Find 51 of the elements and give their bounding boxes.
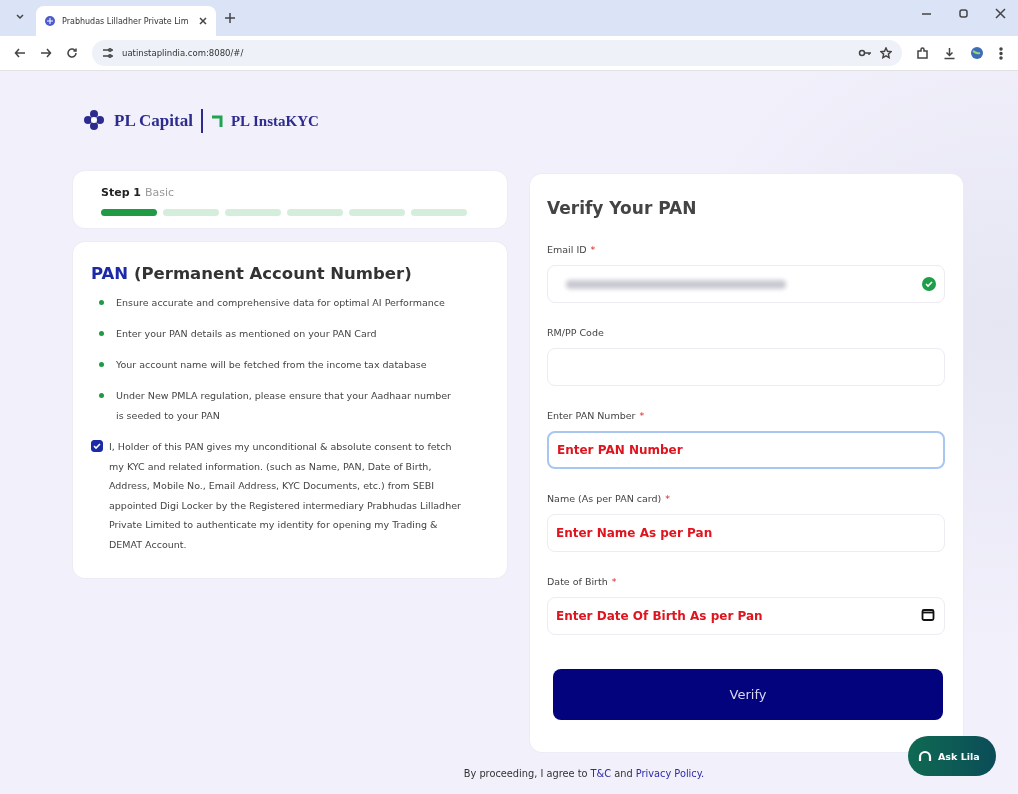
step-name: Basic xyxy=(145,186,175,199)
new-tab-icon[interactable] xyxy=(224,11,236,24)
address-bar[interactable]: uatinstaplindia.com:8080/#/ xyxy=(92,40,902,66)
step-number: Step 1 xyxy=(101,186,141,199)
more-menu-icon[interactable] xyxy=(998,46,1004,60)
terms-link[interactable]: T&C xyxy=(590,768,612,779)
product-name: PL InstaKYC xyxy=(230,112,319,130)
info-text: Enter your PAN details as mentioned on your PAN Card xyxy=(116,327,377,341)
date-field[interactable]: Enter Date Of Birth As per Pan xyxy=(547,597,945,635)
star-icon[interactable] xyxy=(880,47,892,59)
footer-text: By proceeding, I agree to T&C and Privacy Policy. xyxy=(462,768,706,779)
required-asterisk: * xyxy=(639,410,645,422)
consent-text: I, Holder of this PAN gives my unconditional & absolute consent to fetch my KYC and related information. (such as Name, PAN, Date of Birth, Address, Mobile No., Email Address, KYC Documents, etc.) from SEBI appointed Digi Locker by the Registered intermediary Prabhudas Lilladher Private Limited to authenticate my identity for opening my Trading & DEMAT Account. xyxy=(109,440,462,552)
globe-icon xyxy=(44,15,56,27)
info-title: PAN (Permanent Account Number) xyxy=(91,264,413,283)
download-icon[interactable] xyxy=(943,46,956,60)
info-text: Ensure accurate and comprehensive data for optimal AI Performance xyxy=(116,296,445,310)
info-text: Under New PMLA regulation, please ensure that your Aadhaar number is seeded to your PAN xyxy=(116,389,453,423)
close-icon[interactable] xyxy=(198,16,208,26)
forward-icon[interactable] xyxy=(40,47,52,59)
valid-check-icon xyxy=(922,277,936,291)
required-asterisk: * xyxy=(611,576,617,588)
headset-icon xyxy=(918,749,932,763)
product-mark-icon xyxy=(210,113,223,129)
calendar-icon[interactable] xyxy=(921,608,935,622)
privacy-policy-link[interactable]: Privacy Policy. xyxy=(635,768,705,779)
reload-icon[interactable] xyxy=(66,47,78,59)
required-asterisk: * xyxy=(590,244,596,256)
extensions-icon[interactable] xyxy=(916,46,929,60)
close-icon[interactable] xyxy=(995,7,1006,19)
brand-name: PL Capital xyxy=(114,111,193,131)
field-label: Enter PAN Number xyxy=(547,410,636,422)
site-info-icon[interactable] xyxy=(102,47,114,59)
profile-icon[interactable] xyxy=(970,46,984,60)
required-asterisk: * xyxy=(665,493,671,505)
url-text: uatinstaplindia.com:8080/#/ xyxy=(122,48,245,58)
form-title: Verify Your PAN xyxy=(547,198,698,218)
input-field[interactable]: Enter PAN Number xyxy=(547,431,945,469)
field-label: Email ID xyxy=(547,244,587,256)
chat-button[interactable]: Ask Lila xyxy=(908,736,996,776)
maximize-icon[interactable] xyxy=(958,7,969,19)
tab-title: Prabhudas Lilladher Private Lim xyxy=(62,16,190,26)
consent-checkbox[interactable] xyxy=(91,440,103,452)
browser-tab[interactable]: Prabhudas Lilladher Private Lim xyxy=(36,6,216,36)
field-label: Date of Birth xyxy=(547,576,608,588)
verify-button[interactable]: Verify xyxy=(553,669,943,720)
field-label: RM/PP Code xyxy=(547,327,604,339)
field-label: Name (As per PAN card) xyxy=(547,493,662,505)
info-text: Your account name will be fetched from the income tax database xyxy=(116,358,427,372)
back-icon[interactable] xyxy=(14,47,26,59)
key-icon[interactable] xyxy=(858,47,872,59)
